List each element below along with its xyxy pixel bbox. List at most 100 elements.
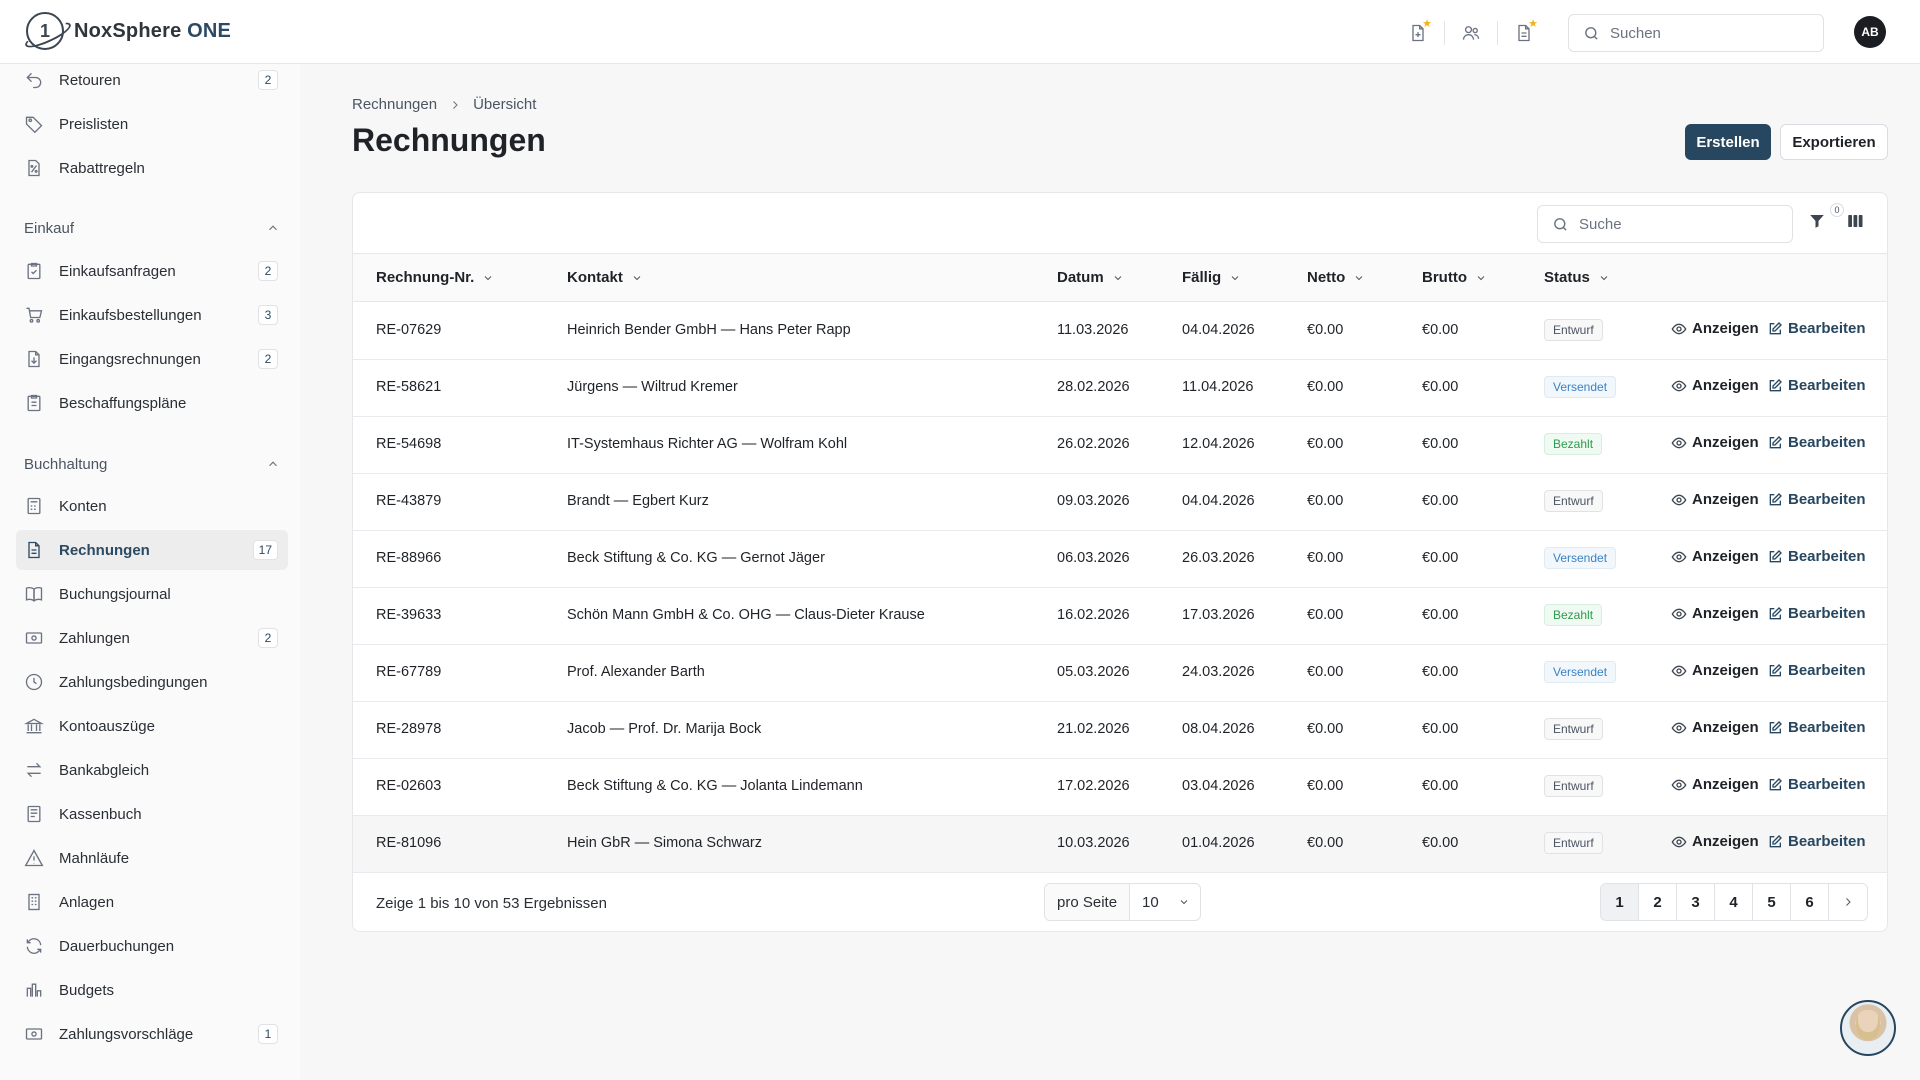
view-button[interactable]: Anzeigen [1671,491,1759,508]
table-row[interactable]: RE-88966 Beck Stiftung & Co. KG — Gernot … [353,531,1887,588]
page-button-5[interactable]: 5 [1753,884,1791,920]
view-button[interactable]: Anzeigen [1671,719,1759,736]
edit-button[interactable]: Bearbeiten [1767,605,1866,622]
sidebar-item-preislisten[interactable]: Preislisten [16,104,288,144]
sidebar-item-label: Zahlungen [59,629,130,647]
register-icon [27,805,41,823]
chevron-down-icon [1600,275,1608,280]
edit-button[interactable]: Bearbeiten [1767,320,1866,337]
sidebar-item-bankabgleich[interactable]: Bankabgleich [16,750,288,790]
edit-button[interactable]: Bearbeiten [1767,377,1866,394]
cell-gross: €0.00 [1422,778,1459,794]
column-header-faellig[interactable]: Fällig [1182,269,1241,286]
table-row[interactable]: RE-58621 Jürgens — Wiltrud Kremer 28.02.20… [353,360,1887,417]
view-label: Anzeigen [1692,662,1759,679]
view-button[interactable]: Anzeigen [1671,548,1759,565]
sidebar-item-kassenbuch[interactable]: Kassenbuch [16,794,288,834]
edit-button[interactable]: Bearbeiten [1767,776,1866,793]
table-row[interactable]: RE-28978 Jacob — Prof. Dr. Marija Bock 21.… [353,702,1887,759]
section-einkauf[interactable]: Einkauf [24,216,280,240]
table-row[interactable]: RE-54698 IT-Systemhaus Richter AG — Wolfr… [353,417,1887,474]
breadcrumb-link[interactable]: Rechnungen [352,96,437,113]
sidebar-item-anlagen[interactable]: Anlagen [16,882,288,922]
sidebar-item-zahlungen[interactable]: Zahlungen 2 [16,618,288,658]
eye-icon [1671,380,1687,391]
page-button-2[interactable]: 2 [1639,884,1677,920]
sidebar-item-einkaufsbestellungen[interactable]: Einkaufsbestellungen 3 [16,295,288,335]
sidebar-item-budgets[interactable]: Budgets [16,970,288,1010]
view-button[interactable]: Anzeigen [1671,776,1759,793]
brand[interactable]: 1 NoxSphere ONE [26,12,231,50]
sidebar-item-einkaufsanfragen[interactable]: Einkaufsanfragen 2 [16,251,288,291]
assistant-avatar[interactable] [1840,1000,1896,1056]
cell-contact: Jürgens — Wiltrud Kremer [567,379,738,395]
user-avatar[interactable]: AB [1854,16,1886,48]
cell-contact: Jacob — Prof. Dr. Marija Bock [567,721,762,737]
edit-button[interactable]: Bearbeiten [1767,548,1866,565]
create-button[interactable]: Erstellen [1685,124,1771,160]
per-page-select[interactable]: pro Seite 10 [1044,883,1202,921]
page-button-1[interactable]: 1 [1601,884,1639,920]
edit-button[interactable]: Bearbeiten [1767,491,1866,508]
next-page-button[interactable] [1829,884,1867,920]
view-button[interactable]: Anzeigen [1671,662,1759,679]
column-header-nr[interactable]: Rechnung-Nr. [376,269,494,286]
table-row[interactable]: RE-43879 Brandt — Egbert Kurz 09.03.2026 04… [353,474,1887,531]
sidebar-item-beschaffungsplaene[interactable]: Beschaffungspläne [16,383,288,423]
edit-button[interactable]: Bearbeiten [1767,434,1866,451]
column-header-brutto[interactable]: Brutto [1422,269,1487,286]
global-search-input[interactable]: Suchen [1568,14,1824,52]
page-button-3[interactable]: 3 [1677,884,1715,920]
view-button[interactable]: Anzeigen [1671,320,1759,337]
column-header-kontakt[interactable]: Kontakt [567,269,643,286]
sidebar-item-mahnlaeufe[interactable]: Mahnläufe [16,838,288,878]
table-row[interactable]: RE-02603 Beck Stiftung & Co. KG — Jolanta… [353,759,1887,816]
file-plus-icon[interactable]: ★ [1392,15,1444,51]
sidebar-item-dauerbuchungen[interactable]: Dauerbuchungen [16,926,288,966]
view-button[interactable]: Anzeigen [1671,377,1759,394]
column-header-status[interactable]: Status [1544,269,1610,286]
count-badge: 2 [258,628,278,648]
export-button[interactable]: Exportieren [1780,124,1888,160]
edit-button[interactable]: Bearbeiten [1767,833,1866,850]
cell-invoice-nr: RE-07629 [376,322,442,338]
page-button-4[interactable]: 4 [1715,884,1753,920]
edit-label: Bearbeiten [1788,776,1866,793]
users-icon[interactable] [1445,15,1497,51]
status-badge: Entwurf [1544,832,1603,854]
section-buchhaltung[interactable]: Buchhaltung [24,452,280,476]
table-search-input[interactable]: Suche [1537,205,1793,243]
sidebar-item-rabattregeln[interactable]: Rabattregeln [16,148,288,188]
table-row[interactable]: RE-81096 Hein GbR — Simona Schwarz 10.03.2… [353,816,1887,873]
table-row[interactable]: RE-07629 Heinrich Bender GmbH — Hans Pete… [353,303,1887,360]
sidebar-item-eingangsrechnungen[interactable]: Eingangsrechnungen 2 [16,339,288,379]
edit-label: Bearbeiten [1788,605,1866,622]
document-icon[interactable]: ★ [1498,15,1550,51]
book-icon [25,586,43,602]
sidebar-item-konten[interactable]: Konten [16,486,288,526]
columns-button[interactable] [1845,212,1869,236]
edit-button[interactable]: Bearbeiten [1767,662,1866,679]
per-page-label: pro Seite [1045,884,1131,920]
sidebar-item-zahlungsbedingungen[interactable]: Zahlungsbedingungen [16,662,288,702]
clipboard-list-icon [27,394,41,412]
column-header-datum[interactable]: Datum [1057,269,1124,286]
page-button-6[interactable]: 6 [1791,884,1829,920]
view-button[interactable]: Anzeigen [1671,434,1759,451]
sidebar-item-retouren[interactable]: Retouren 2 [16,64,288,100]
sidebar-item-rechnungen[interactable]: Rechnungen 17 [16,530,288,570]
sidebar-item-kontoauszuege[interactable]: Kontoauszüge [16,706,288,746]
per-page-value[interactable]: 10 [1130,884,1200,920]
view-button[interactable]: Anzeigen [1671,605,1759,622]
column-header-netto[interactable]: Netto [1307,269,1365,286]
chevron-down-icon [1355,275,1363,280]
sidebar-item-label: Eingangsrechnungen [59,350,201,368]
sidebar-item-zahlungsvorschlaege[interactable]: Zahlungsvorschläge 1 [16,1014,288,1054]
edit-button[interactable]: Bearbeiten [1767,719,1866,736]
view-button[interactable]: Anzeigen [1671,833,1759,850]
filter-button[interactable] [1808,212,1832,236]
table-row[interactable]: RE-39633 Schön Mann GmbH & Co. OHG — Clau… [353,588,1887,645]
sidebar-item-buchungsjournal[interactable]: Buchungsjournal [16,574,288,614]
cell-invoice-nr: RE-43879 [376,493,442,509]
table-row[interactable]: RE-67789 Prof. Alexander Barth 05.03.2026 2… [353,645,1887,702]
